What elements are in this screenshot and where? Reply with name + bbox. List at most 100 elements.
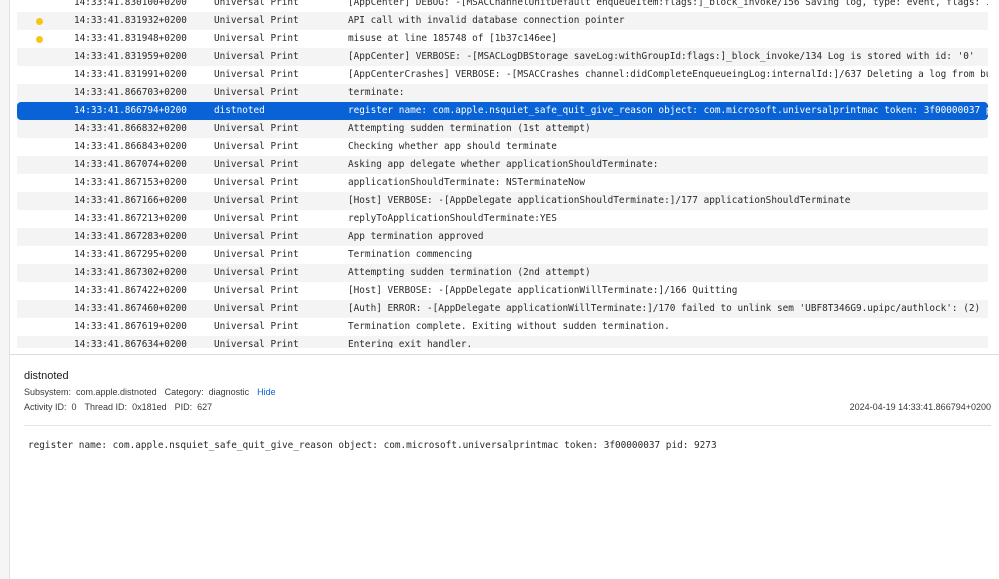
message-cell: Termination complete. Exiting without su…	[348, 321, 670, 332]
message-cell: misuse at line 185748 of [1b37c146ee]	[348, 33, 557, 44]
timestamp-cell: 14:33:41.830100+0200	[74, 0, 187, 8]
log-row[interactable]: 14:33:41.867422+0200 Universal Print [Host…	[17, 282, 988, 300]
log-row[interactable]: 14:33:41.831932+0200 Universal Print API c…	[17, 12, 988, 30]
detail-message[interactable]: register name: com.apple.nsquiet_safe_qu…	[28, 440, 717, 451]
process-cell: Universal Print	[214, 15, 299, 26]
timestamp-cell: 14:33:41.867302+0200	[74, 267, 187, 278]
log-row[interactable]: 14:33:41.866843+0200 Universal Print Check…	[17, 138, 988, 156]
level-indicator-cell	[17, 48, 57, 66]
log-row[interactable]: 14:33:41.867074+0200 Universal Print Askin…	[17, 156, 988, 174]
timestamp-cell: 14:33:41.831932+0200	[74, 15, 187, 26]
process-cell: Universal Print	[214, 213, 299, 224]
level-indicator-cell	[17, 264, 57, 282]
process-cell: Universal Print	[214, 195, 299, 206]
activity-id-value: 0	[71, 402, 77, 412]
timestamp-cell: 14:33:41.867153+0200	[74, 177, 187, 188]
level-indicator-cell	[17, 102, 57, 120]
warning-dot-icon	[36, 18, 43, 25]
timestamp-cell: 14:33:41.867166+0200	[74, 195, 187, 206]
timestamp-cell: 14:33:41.867213+0200	[74, 213, 187, 224]
level-indicator-cell	[17, 192, 57, 210]
timestamp-cell: 14:33:41.831991+0200	[74, 69, 187, 80]
process-cell: Universal Print	[214, 267, 299, 278]
message-cell: applicationShouldTerminate: NSTerminateN…	[348, 177, 586, 188]
level-indicator-cell	[17, 138, 57, 156]
log-row[interactable]: 14:33:41.867634+0200 Universal Print Enter…	[17, 336, 988, 348]
timestamp-cell: 14:33:41.867619+0200	[74, 321, 187, 332]
level-indicator-cell	[17, 300, 57, 318]
activity-id-label: Activity ID:	[24, 402, 67, 412]
level-indicator-cell	[17, 30, 57, 48]
level-indicator-cell	[17, 84, 57, 102]
log-table[interactable]: 14:33:41.830100+0200 Universal Print [AppC…	[17, 0, 988, 348]
panel-divider[interactable]	[9, 354, 999, 355]
detail-process-title: distnoted	[24, 370, 69, 382]
process-cell: Universal Print	[214, 123, 299, 134]
level-indicator-cell	[17, 336, 57, 348]
level-indicator-cell	[17, 0, 57, 12]
level-indicator-cell	[17, 282, 57, 300]
process-cell: Universal Print	[214, 33, 299, 44]
message-cell: [AppCenter] VERBOSE: -[MSACLogDBStorage …	[348, 51, 975, 62]
log-row[interactable]: 14:33:41.831991+0200 Universal Print [AppC…	[17, 66, 988, 84]
message-cell: [AppCenterCrashes] VERBOSE: -[MSACCrashe…	[348, 69, 988, 80]
log-row[interactable]: 14:33:41.867619+0200 Universal Print Termi…	[17, 318, 988, 336]
log-row-selected[interactable]: 14:33:41.866794+0200 distnoted register na…	[17, 102, 988, 120]
level-indicator-cell	[17, 12, 57, 30]
level-indicator-cell	[17, 246, 57, 264]
warning-dot-icon	[36, 36, 43, 43]
timestamp-cell: 14:33:41.867295+0200	[74, 249, 187, 260]
pid-label: PID:	[174, 402, 193, 412]
process-cell: Universal Print	[214, 141, 299, 152]
timestamp-cell: 14:33:41.831948+0200	[74, 33, 187, 44]
log-row[interactable]: 14:33:41.867295+0200 Universal Print Termi…	[17, 246, 988, 264]
level-indicator-cell	[17, 120, 57, 138]
log-row[interactable]: 14:33:41.866832+0200 Universal Print Attem…	[17, 120, 988, 138]
log-row[interactable]: 14:33:41.830100+0200 Universal Print [AppC…	[17, 0, 988, 12]
process-cell: Universal Print	[214, 249, 299, 260]
level-indicator-cell	[17, 66, 57, 84]
message-cell: Termination commencing	[348, 249, 473, 260]
log-row[interactable]: 14:33:41.831948+0200 Universal Print misus…	[17, 30, 988, 48]
timestamp-cell: 14:33:41.831959+0200	[74, 51, 187, 62]
message-cell: replyToApplicationShouldTerminate:YES	[348, 213, 557, 224]
timestamp-cell: 14:33:41.866843+0200	[74, 141, 187, 152]
log-row[interactable]: 14:33:41.867166+0200 Universal Print [Host…	[17, 192, 988, 210]
log-row[interactable]: 14:33:41.867153+0200 Universal Print appli…	[17, 174, 988, 192]
log-row[interactable]: 14:33:41.867213+0200 Universal Print reply…	[17, 210, 988, 228]
thread-id-label: Thread ID:	[84, 402, 128, 412]
hide-link[interactable]: Hide	[257, 387, 276, 397]
level-indicator-cell	[17, 174, 57, 192]
log-row[interactable]: 14:33:41.867283+0200 Universal Print App t…	[17, 228, 988, 246]
process-cell: Universal Print	[214, 159, 299, 170]
timestamp-cell: 14:33:41.867460+0200	[74, 303, 187, 314]
detail-meta-line-1: Subsystem: com.apple.distnoted Category: di…	[24, 387, 276, 397]
log-row[interactable]: 14:33:41.867302+0200 Universal Print Attem…	[17, 264, 988, 282]
process-cell: Universal Print	[214, 87, 299, 98]
message-cell: Attempting sudden termination (2nd attem…	[348, 267, 591, 278]
level-indicator-cell	[17, 210, 57, 228]
detail-timestamp: 2024-04-19 14:33:41.866794+0200	[849, 402, 991, 412]
process-cell: Universal Print	[214, 303, 299, 314]
process-cell: Universal Print	[214, 69, 299, 80]
pid-value: 627	[197, 402, 213, 412]
detail-meta-line-2: Activity ID: 0 Thread ID: 0x181ed PID: 627	[24, 402, 212, 412]
category-value: diagnostic	[208, 387, 250, 397]
process-cell: Universal Print	[214, 285, 299, 296]
timestamp-cell: 14:33:41.866794+0200	[74, 105, 187, 116]
process-cell: Universal Print	[214, 51, 299, 62]
message-cell: Asking app delegate whether applicationS…	[348, 159, 659, 170]
log-row[interactable]: 14:33:41.831959+0200 Universal Print [AppC…	[17, 48, 988, 66]
category-label: Category:	[164, 387, 204, 397]
process-cell: Universal Print	[214, 177, 299, 188]
process-cell: distnoted	[214, 105, 265, 116]
log-row[interactable]: 14:33:41.867460+0200 Universal Print [Auth…	[17, 300, 988, 318]
detail-separator	[24, 425, 991, 426]
log-row[interactable]: 14:33:41.866703+0200 Universal Print termi…	[17, 84, 988, 102]
message-cell: [Host] VERBOSE: -[AppDelegate applicatio…	[348, 285, 738, 296]
message-cell: API call with invalid database connectio…	[348, 15, 625, 26]
level-indicator-cell	[17, 228, 57, 246]
level-indicator-cell	[17, 156, 57, 174]
message-cell: [Host] VERBOSE: -[AppDelegate applicatio…	[348, 195, 851, 206]
timestamp-cell: 14:33:41.866703+0200	[74, 87, 187, 98]
